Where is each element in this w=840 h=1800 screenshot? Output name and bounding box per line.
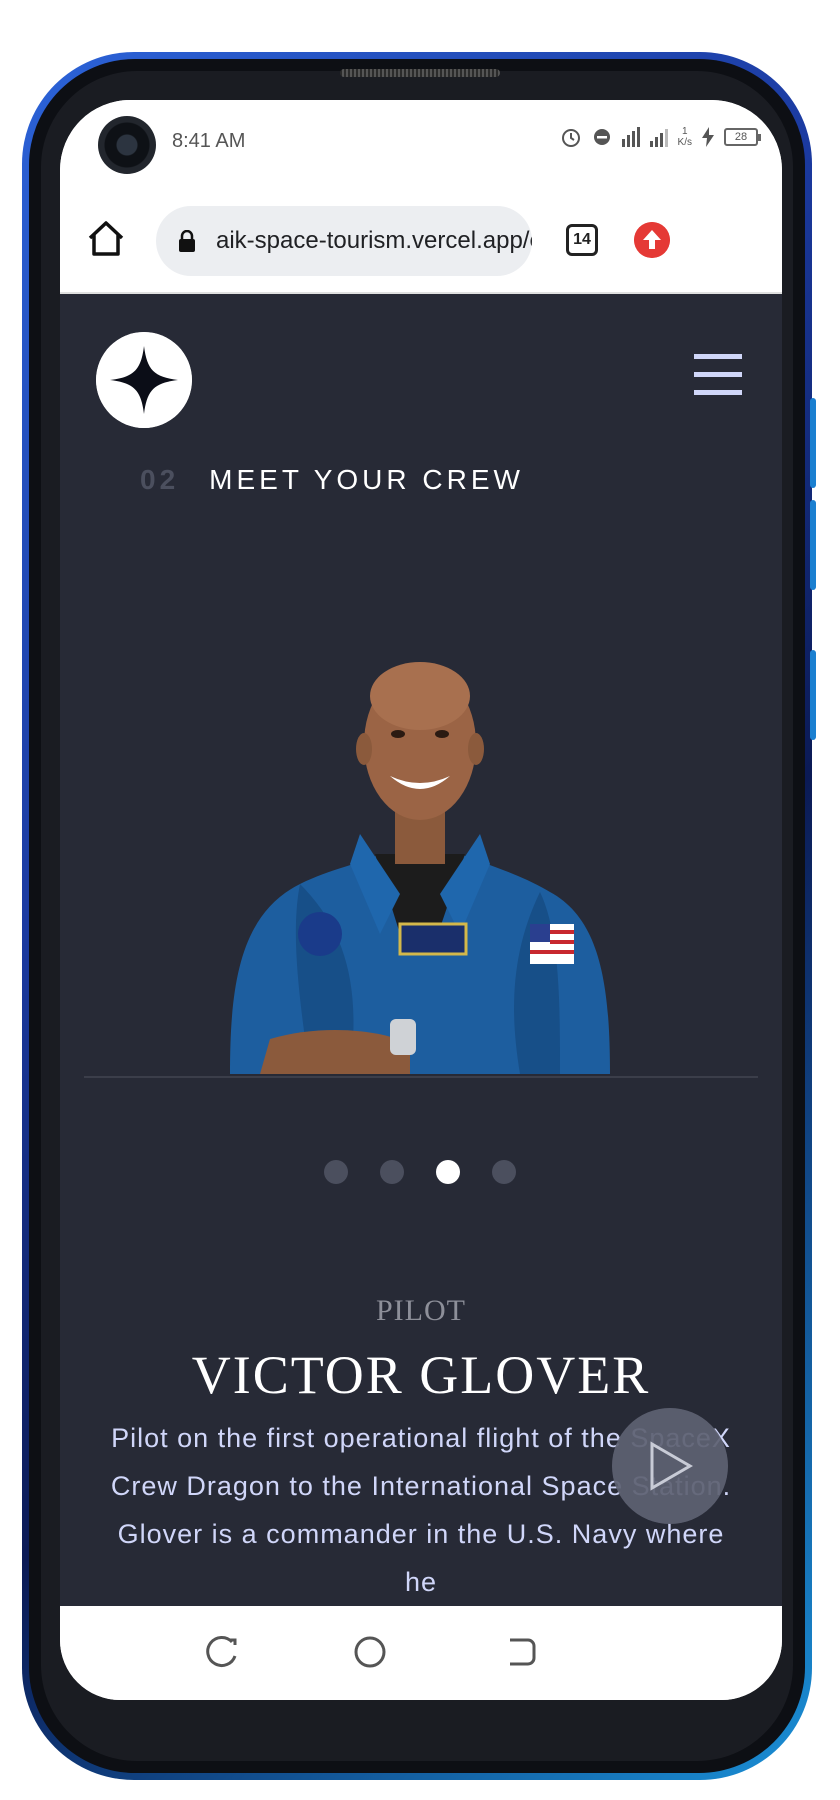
earpiece-speaker xyxy=(340,69,500,77)
volume-down-button xyxy=(810,500,816,590)
system-nav-bar xyxy=(60,1606,782,1700)
power-button xyxy=(810,650,816,740)
screen: 8:41 AM 1 K/s 28 aik-space-tourism.verce… xyxy=(60,100,782,1700)
carousel-dots xyxy=(324,1160,516,1184)
star-logo-icon[interactable] xyxy=(96,332,192,428)
play-icon[interactable] xyxy=(612,1408,728,1524)
lock-icon xyxy=(179,230,195,252)
signal-icon xyxy=(621,127,640,147)
address-bar[interactable]: aik-space-tourism.vercel.app/crew xyxy=(156,206,532,276)
carousel-dot-1[interactable] xyxy=(324,1160,348,1184)
portrait-divider xyxy=(84,1076,758,1078)
bio-line: Glover is a commander in the U.S. Navy w… xyxy=(117,1519,725,1597)
recent-apps-icon[interactable] xyxy=(202,1632,242,1672)
carousel-dot-3[interactable] xyxy=(436,1160,460,1184)
carousel-dot-2[interactable] xyxy=(380,1160,404,1184)
crew-role: PILOT xyxy=(376,1294,466,1327)
charging-icon xyxy=(702,127,714,147)
url-text: aik-space-tourism.vercel.app/crew xyxy=(216,227,532,254)
browser-toolbar: aik-space-tourism.vercel.app/crew 14 xyxy=(60,190,782,294)
update-icon[interactable] xyxy=(634,222,670,258)
alarm-icon xyxy=(561,129,580,147)
dnd-icon xyxy=(593,129,610,145)
crew-name: VICTOR GLOVER xyxy=(191,1345,651,1405)
battery-icon: 28 xyxy=(724,128,761,146)
home-nav-icon[interactable] xyxy=(350,1632,390,1672)
crew-portrait xyxy=(230,662,610,1074)
heading-number: 02 xyxy=(140,464,180,495)
page-heading: 02 MEET YOUR CREW xyxy=(140,464,524,496)
status-time: 8:41 AM xyxy=(172,130,246,152)
carousel-dot-4[interactable] xyxy=(492,1160,516,1184)
back-icon[interactable] xyxy=(500,1632,540,1672)
heading-text: MEET YOUR CREW xyxy=(209,464,524,495)
front-camera xyxy=(98,116,156,174)
status-bar: 8:41 AM 1 K/s 28 xyxy=(60,100,782,190)
web-content: 02 MEET YOUR CREW PILOT VICTOR GLOVER Pi… xyxy=(60,294,782,1606)
volume-up-button xyxy=(810,398,816,488)
tabs-icon[interactable]: 14 xyxy=(566,224,598,256)
status-icons: 1 K/s 28 xyxy=(560,126,761,148)
home-icon[interactable] xyxy=(84,216,128,260)
network-speed: 1 K/s xyxy=(677,126,692,148)
hamburger-menu-icon[interactable] xyxy=(694,354,742,398)
signal-icon-2 xyxy=(649,127,668,147)
